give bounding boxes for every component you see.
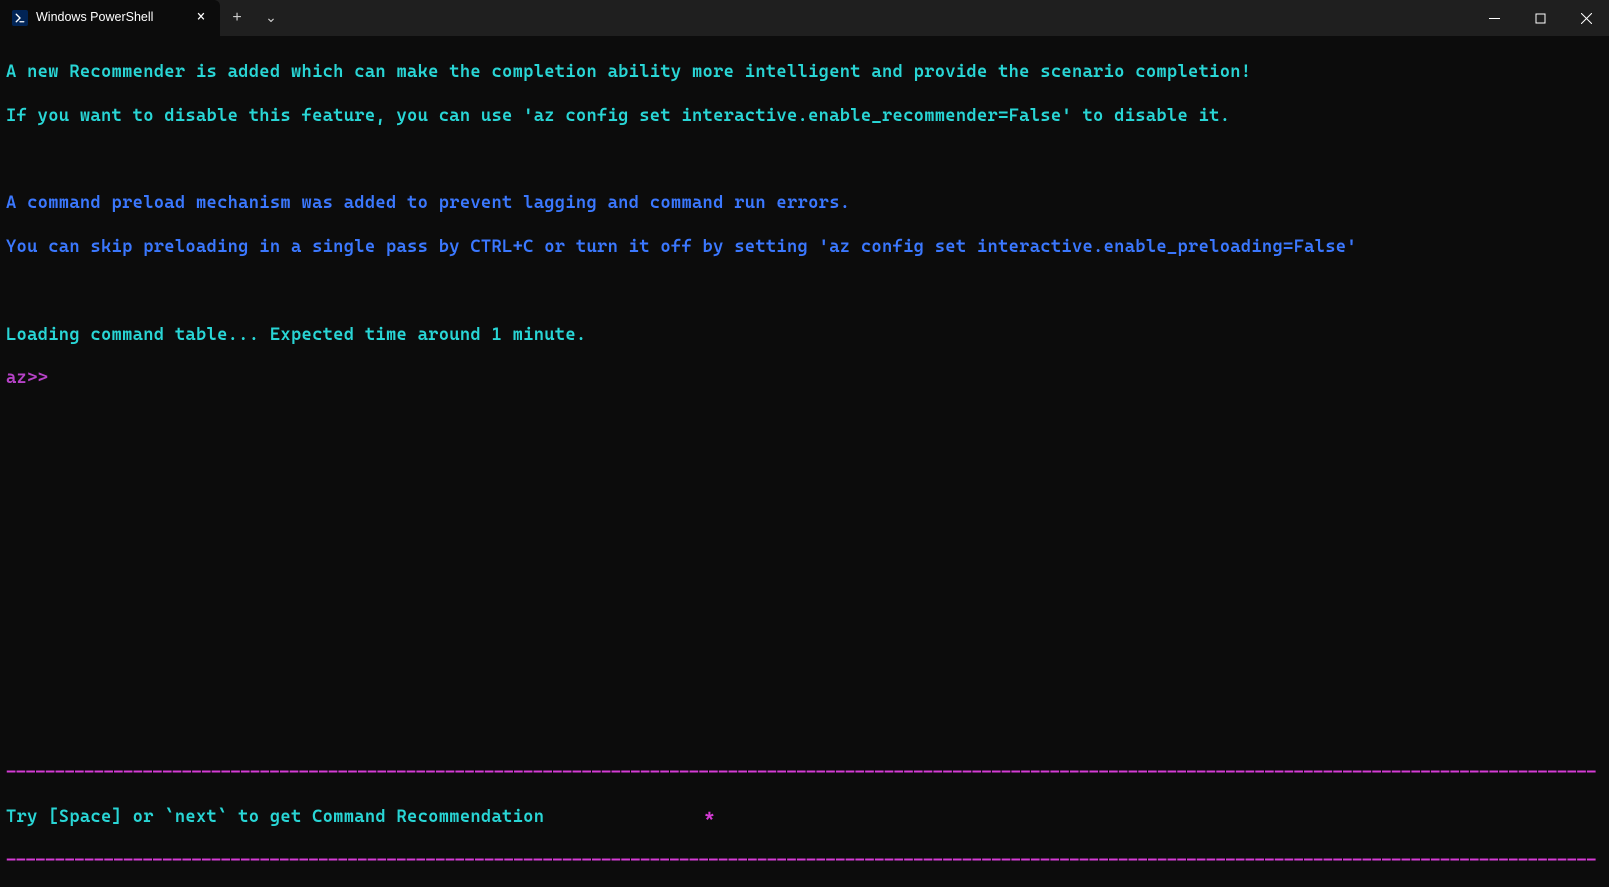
output-line: Loading command table... Expected time a… xyxy=(6,325,1603,347)
output-line: If you want to disable this feature, you… xyxy=(6,106,1603,128)
close-icon[interactable]: × xyxy=(192,9,210,27)
divider: ----------------------------------------… xyxy=(6,763,1603,785)
tab-actions: + ⌄ xyxy=(220,0,288,36)
terminal[interactable]: A new Recommender is added which can mak… xyxy=(0,36,1609,887)
output-line: A new Recommender is added which can mak… xyxy=(6,62,1603,84)
star-icon: * xyxy=(704,807,715,829)
powershell-icon xyxy=(12,10,28,26)
divider: ----------------------------------------… xyxy=(6,851,1603,873)
titlebar: Windows PowerShell × + ⌄ xyxy=(0,0,1609,36)
recommendation-line: Try [Space] or `next` to get Command Rec… xyxy=(6,807,1603,829)
maximize-button[interactable] xyxy=(1517,0,1563,36)
minimize-button[interactable] xyxy=(1471,0,1517,36)
output-line: A command preload mechanism was added to… xyxy=(6,193,1603,215)
tab-dropdown-button[interactable]: ⌄ xyxy=(254,0,288,36)
close-window-button[interactable] xyxy=(1563,0,1609,36)
window-controls xyxy=(1471,0,1609,36)
tab-title: Windows PowerShell xyxy=(36,10,184,26)
prompt[interactable]: az>> xyxy=(6,368,1603,390)
new-tab-button[interactable]: + xyxy=(220,0,254,36)
output-line: You can skip preloading in a single pass… xyxy=(6,237,1603,259)
tab-powershell[interactable]: Windows PowerShell × xyxy=(0,0,220,36)
